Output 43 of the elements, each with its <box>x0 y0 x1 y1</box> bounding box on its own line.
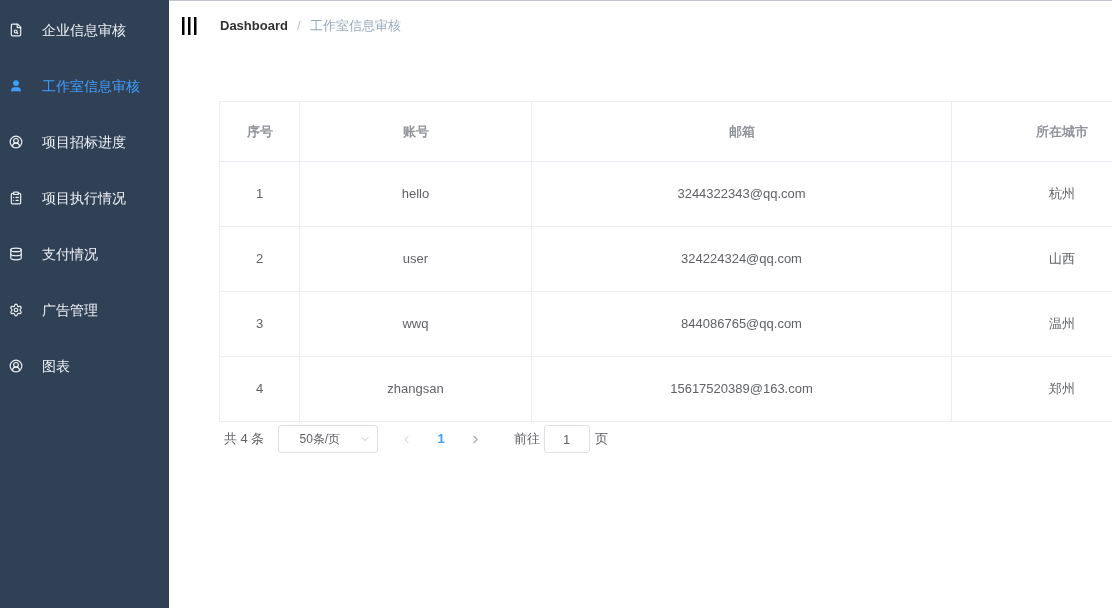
person-circle-icon <box>9 135 23 149</box>
table-cell: 324224324@qq.com <box>532 227 952 291</box>
sidebar-item[interactable]: 项目执行情况 <box>0 170 169 226</box>
table-cell: 山西 <box>952 227 1112 291</box>
column-header: 账号 <box>300 102 532 161</box>
sidebar-item[interactable]: 支付情况 <box>0 226 169 282</box>
clipboard-icon <box>9 191 23 205</box>
page-suffix: 页 <box>594 430 608 449</box>
sidebar-item[interactable]: 图表 <box>0 338 169 394</box>
table-cell: 郑州 <box>952 357 1112 421</box>
table-cell: 2 <box>220 227 300 291</box>
breadcrumb-separator: / <box>296 17 301 36</box>
breadcrumb-current: 工作室信息审核 <box>309 17 401 36</box>
table-cell: 15617520389@163.com <box>532 357 952 421</box>
sidebar-item[interactable]: 企业信息审核 <box>0 2 169 58</box>
column-header: 序号 <box>220 102 300 161</box>
sidebar-item[interactable]: 工作室信息审核 <box>0 58 169 114</box>
settings-icon <box>9 303 23 317</box>
table-cell: 3 <box>220 292 300 356</box>
table-cell: 844086765@qq.com <box>532 292 952 356</box>
person-circle-icon <box>9 359 23 373</box>
column-header: 邮箱 <box>532 102 952 161</box>
table-cell: hello <box>300 162 532 226</box>
sidebar-item[interactable]: 项目招标进度 <box>0 114 169 170</box>
table-cell: zhangsan <box>300 357 532 421</box>
menu-icon[interactable] <box>181 16 197 36</box>
table-cell: 4 <box>220 357 300 421</box>
page-jump-field[interactable]: 1 <box>543 425 590 453</box>
sidebar-item[interactable]: 广告管理 <box>0 282 169 338</box>
column-header: 所在城市 <box>952 102 1112 161</box>
table-cell: wwq <box>300 292 532 356</box>
total-count: 共 4 条 <box>224 430 265 449</box>
database-icon <box>9 247 23 261</box>
goto-label: 前往 <box>513 430 540 449</box>
document-search-icon <box>9 23 23 37</box>
breadcrumb-link[interactable]: Dashboard <box>220 16 288 36</box>
table-cell: 温州 <box>952 292 1112 356</box>
page-size-select[interactable]: 50条/页 <box>278 425 379 453</box>
table-cell: user <box>300 227 532 291</box>
table-cell: 3244322343@qq.com <box>532 162 952 226</box>
table-cell: 杭州 <box>952 162 1112 226</box>
table-cell: 1 <box>220 162 300 226</box>
user-icon <box>9 79 23 93</box>
